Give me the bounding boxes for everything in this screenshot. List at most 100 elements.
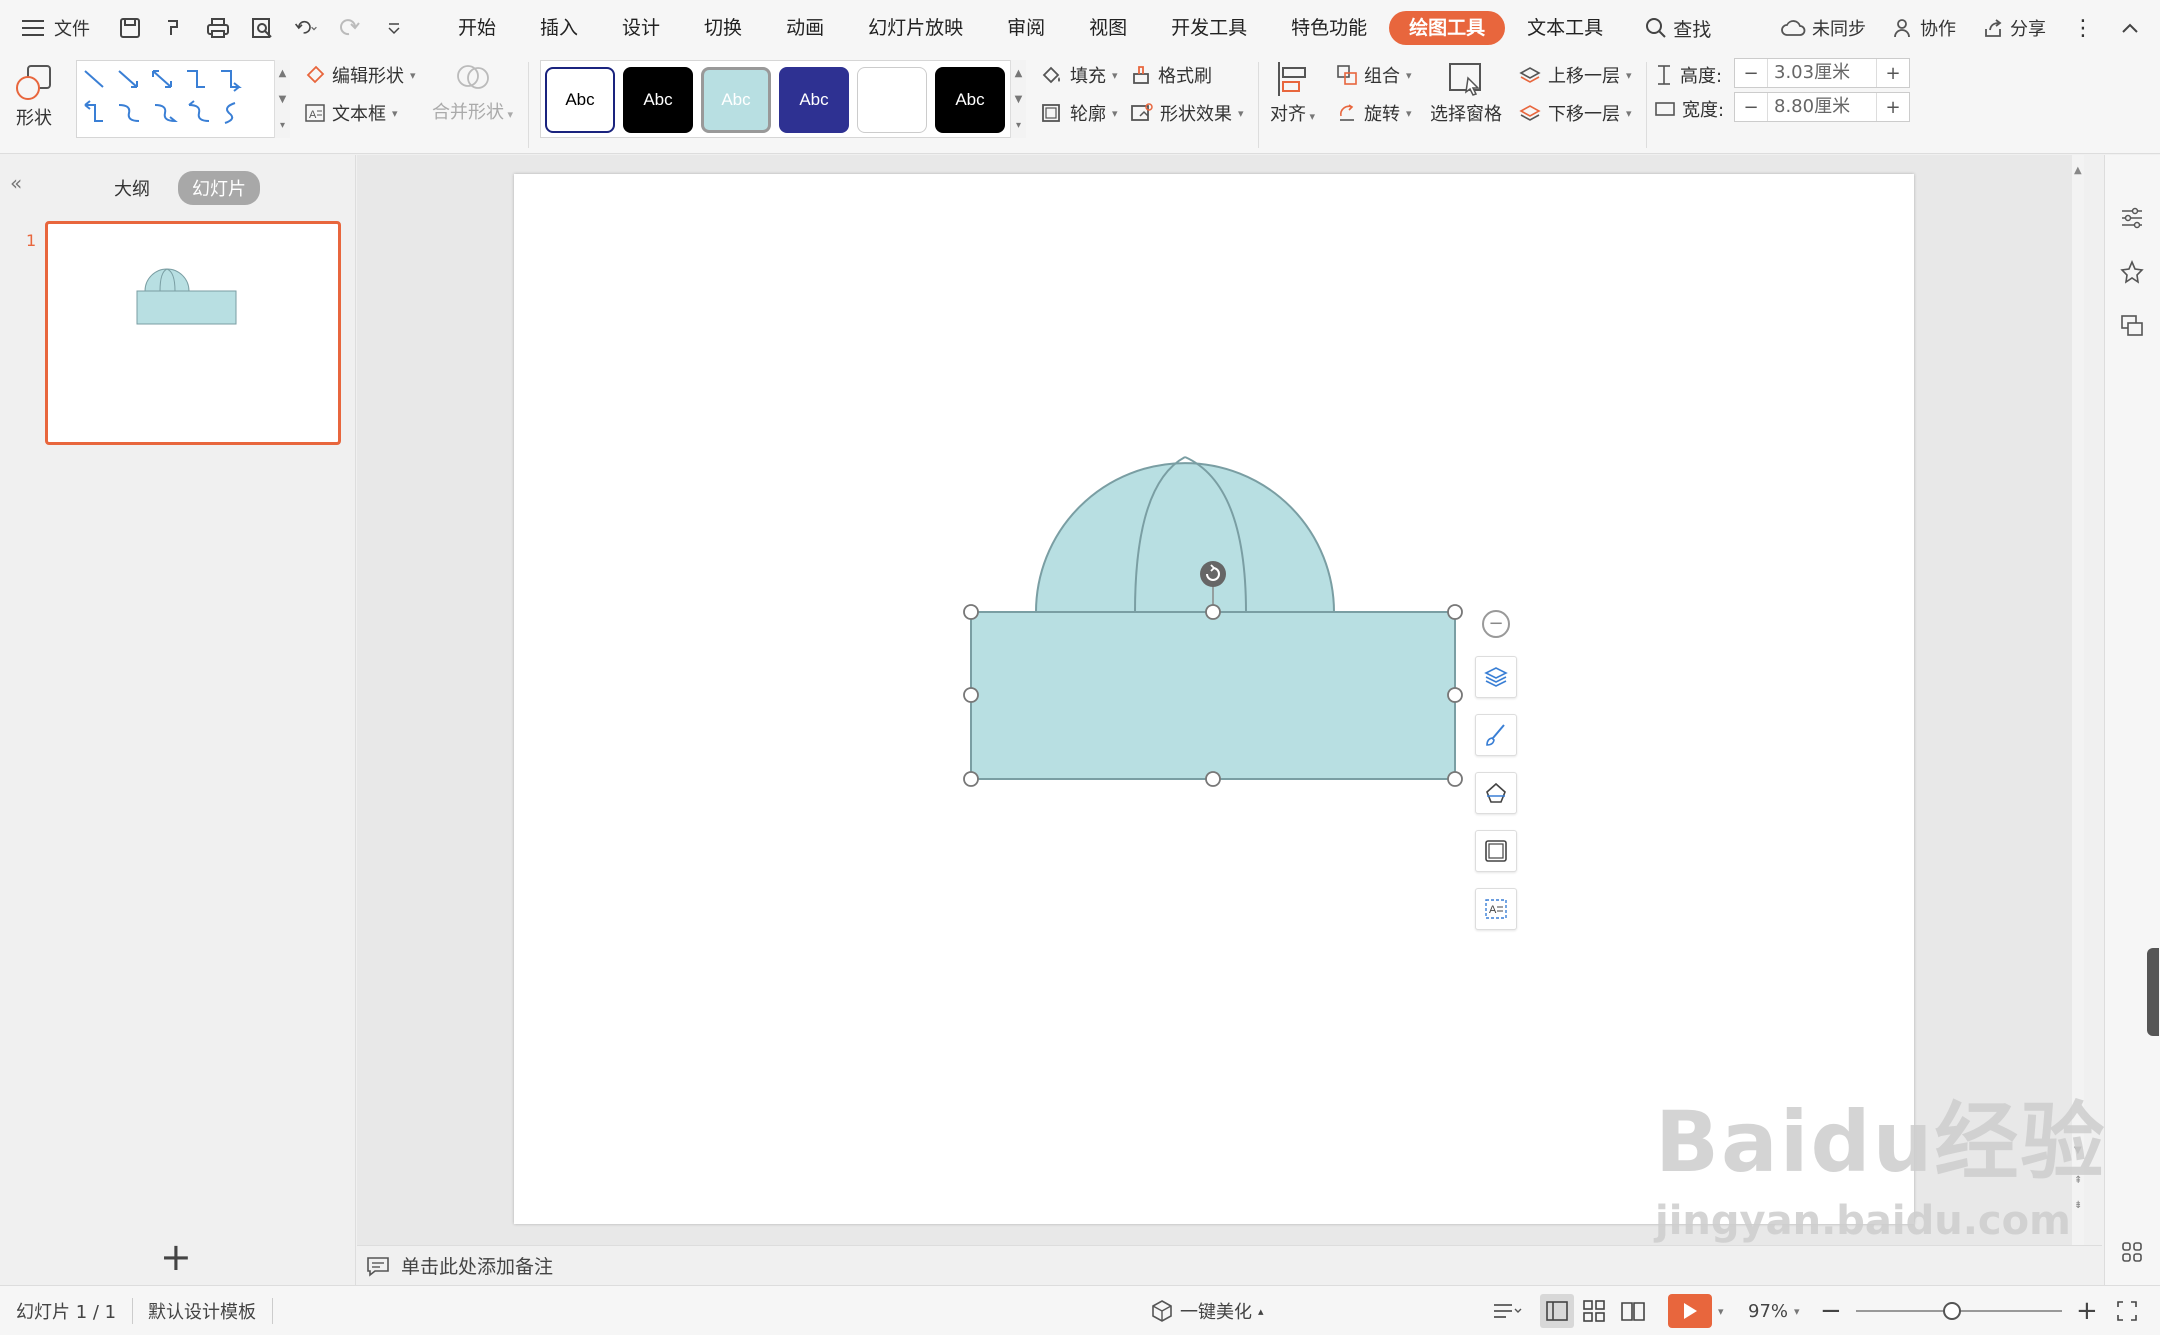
send-backward-icon — [1519, 105, 1541, 121]
slide-thumbnail[interactable] — [45, 221, 341, 445]
collapse-panel-icon[interactable]: « — [10, 171, 22, 195]
search-box[interactable]: 查找 — [1645, 15, 1711, 42]
tab-developer[interactable]: 开发工具 — [1149, 11, 1269, 45]
fill-button[interactable]: 填充 ▾ — [1040, 62, 1118, 88]
tab-design[interactable]: 设计 — [600, 11, 682, 45]
zoom-in-icon[interactable]: + — [2076, 1286, 2098, 1335]
template-name[interactable]: 默认设计模板 — [148, 1286, 256, 1335]
height-icon — [1658, 65, 1670, 85]
slide-info: 幻灯片 1 / 1 — [16, 1302, 117, 1323]
slideshow-play-button[interactable]: ▾ — [1668, 1286, 1724, 1335]
normal-view-icon[interactable] — [1540, 1286, 1574, 1335]
tab-home[interactable]: 开始 — [436, 11, 518, 45]
format-painter-button[interactable]: 格式刷 — [1130, 62, 1212, 88]
tab-slideshow[interactable]: 幻灯片放映 — [846, 11, 985, 45]
style-swatch-6[interactable]: Abc — [935, 67, 1005, 133]
properties-icon[interactable] — [2115, 201, 2149, 235]
search-label: 查找 — [1673, 18, 1712, 41]
tab-transitions[interactable]: 切换 — [682, 11, 764, 45]
collapse-floating-toolbar-icon[interactable]: − — [1482, 610, 1510, 638]
status-bar: 幻灯片 1 / 1 默认设计模板 一键美化 ▴ ▾ 97% ▾ − + — [0, 1285, 2160, 1335]
style-swatch-2[interactable]: Abc — [623, 67, 693, 133]
sync-status[interactable]: 未同步 — [1780, 15, 1866, 41]
style-swatch-4[interactable]: Abc — [779, 67, 849, 133]
tab-animations[interactable]: 动画 — [764, 11, 846, 45]
grid-view-icon[interactable] — [2115, 1235, 2149, 1269]
redo-icon[interactable] — [338, 16, 362, 40]
vertical-scrollbar[interactable]: ▲ ▼ ⇞ ⇟ — [2072, 155, 2084, 1245]
textbox-button[interactable]: A 文本框 ▾ — [304, 100, 398, 126]
style-swatch-3-selected[interactable]: Abc — [701, 67, 771, 133]
tab-slides[interactable]: 幻灯片 — [178, 171, 260, 205]
print-preview-icon[interactable] — [250, 16, 274, 40]
zoom-slider-knob[interactable] — [1943, 1302, 1961, 1320]
tab-drawing-tools[interactable]: 绘图工具 — [1389, 11, 1506, 45]
bring-forward-button[interactable]: 上移一层 ▾ — [1518, 62, 1632, 88]
reading-view-icon[interactable] — [1620, 1286, 1646, 1335]
slide-canvas[interactable] — [514, 174, 1914, 1224]
undo-icon[interactable] — [294, 16, 318, 40]
shape-button[interactable]: 形状 — [14, 62, 54, 130]
format-icon[interactable] — [162, 16, 186, 40]
side-handle[interactable] — [2147, 948, 2159, 1036]
width-value[interactable]: 8.80厘米 — [1767, 93, 1877, 121]
add-slide-icon[interactable]: + — [160, 1235, 192, 1279]
more-options-icon[interactable]: ⋮ — [2072, 16, 2094, 41]
notes-toggle-icon[interactable] — [1492, 1286, 1522, 1335]
edit-points-tool-button[interactable] — [1475, 772, 1517, 814]
style-swatch-5[interactable] — [857, 67, 927, 133]
send-backward-button[interactable]: 下移一层 ▾ — [1518, 100, 1632, 126]
beautify-button[interactable]: 一键美化 ▴ — [1150, 1286, 1264, 1335]
width-spinner[interactable]: − 8.80厘米 + — [1734, 92, 1910, 122]
outline-tool-button[interactable] — [1475, 830, 1517, 872]
collapse-ribbon-icon[interactable] — [2120, 21, 2140, 35]
selection-pane-button[interactable]: 选择窗格 — [1430, 60, 1502, 126]
height-spinner[interactable]: − 3.03厘米 + — [1734, 58, 1910, 88]
beautify-icon — [1152, 1300, 1172, 1322]
width-decrement[interactable]: − — [1735, 97, 1767, 118]
zoom-level[interactable]: 97% ▾ — [1748, 1286, 1800, 1335]
shape-effect-button[interactable]: 形状效果 ▾ — [1130, 100, 1244, 126]
zoom-out-icon[interactable]: − — [1820, 1286, 1842, 1335]
slide-panel: « 大纲 幻灯片 1 + — [0, 155, 356, 1285]
notes-bar[interactable]: 单击此处添加备注 — [357, 1245, 2102, 1285]
tab-view[interactable]: 视图 — [1067, 11, 1149, 45]
watermark-url: jingyan.baidu.com — [1655, 1198, 2071, 1244]
animation-icon[interactable] — [2115, 255, 2149, 289]
gallery-scroll[interactable]: ▲ ▼ ▾ — [274, 60, 290, 138]
tab-review[interactable]: 审阅 — [985, 11, 1067, 45]
height-decrement[interactable]: − — [1735, 63, 1767, 84]
save-icon[interactable] — [118, 16, 142, 40]
width-increment[interactable]: + — [1877, 97, 1909, 118]
tab-outline[interactable]: 大纲 — [100, 171, 164, 205]
fit-to-window-icon[interactable] — [2116, 1286, 2138, 1335]
file-menu[interactable]: 文件 — [0, 15, 110, 41]
share-button[interactable]: 分享 — [1982, 15, 2046, 41]
merge-shape-label: 合并形状 — [432, 102, 504, 123]
align-button[interactable]: 对齐 ▾ — [1270, 60, 1315, 126]
print-icon[interactable] — [206, 16, 230, 40]
tab-special-features[interactable]: 特色功能 — [1269, 11, 1389, 45]
customize-toolbar-icon[interactable] — [382, 16, 406, 40]
beautify-label: 一键美化 — [1180, 1302, 1252, 1323]
style-swatch-1[interactable]: Abc — [545, 67, 615, 133]
slide-sorter-icon[interactable] — [1582, 1286, 1606, 1335]
transform-icon[interactable] — [2115, 309, 2149, 343]
rotate-button[interactable]: 旋转 ▾ — [1336, 100, 1412, 126]
outline-button[interactable]: 轮廓 ▾ — [1040, 100, 1118, 126]
edit-shape-button[interactable]: 编辑形状 ▾ — [304, 62, 416, 88]
width-label-group: 宽度: — [1654, 96, 1724, 122]
layers-tool-button[interactable] — [1475, 656, 1517, 698]
sync-label: 未同步 — [1812, 19, 1866, 40]
group-button[interactable]: 组合 ▾ — [1336, 62, 1412, 88]
tab-insert[interactable]: 插入 — [518, 11, 600, 45]
text-tool-button[interactable]: A — [1475, 888, 1517, 930]
height-increment[interactable]: + — [1877, 63, 1909, 84]
line-shapes-gallery[interactable] — [76, 60, 290, 138]
brush-tool-button[interactable] — [1475, 714, 1517, 756]
merge-shape-button[interactable]: 合并形状 ▾ — [432, 62, 513, 124]
collaborate-button[interactable]: 协作 — [1892, 15, 1956, 41]
height-value[interactable]: 3.03厘米 — [1767, 59, 1877, 87]
style-gallery-scroll[interactable]: ▲ ▼ ▾ — [1010, 60, 1026, 138]
tab-text-tools[interactable]: 文本工具 — [1505, 11, 1625, 45]
